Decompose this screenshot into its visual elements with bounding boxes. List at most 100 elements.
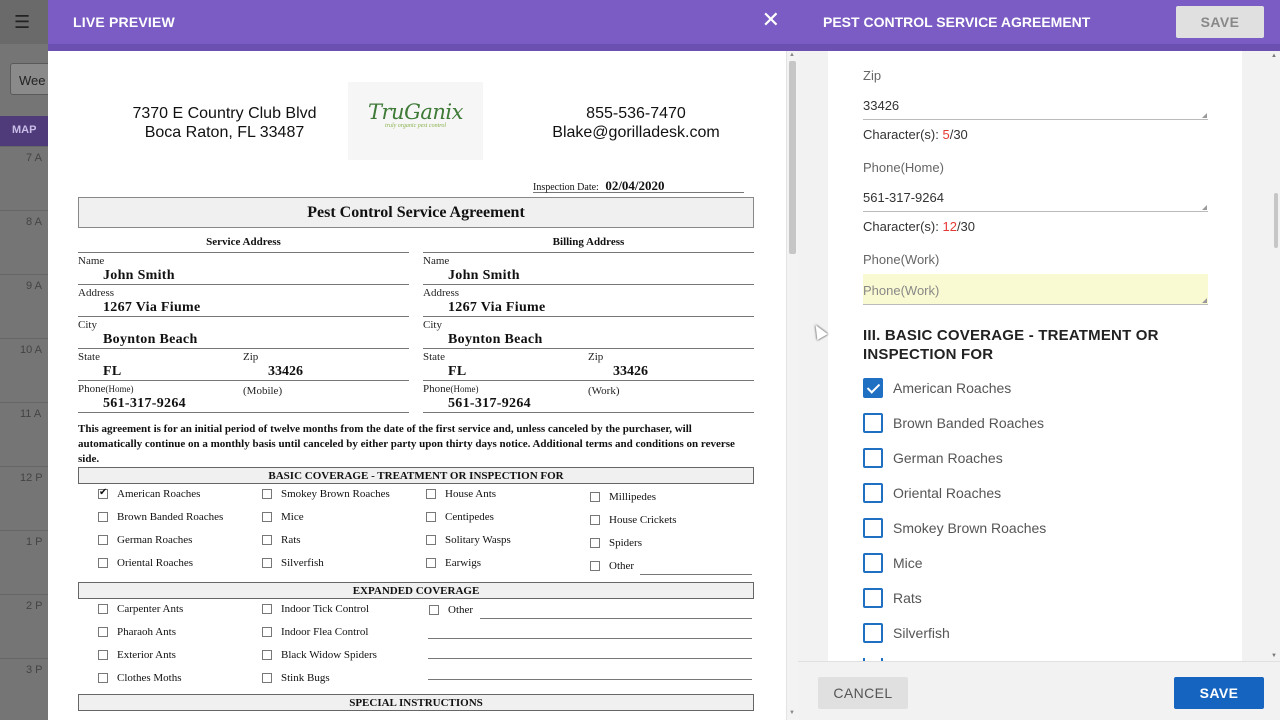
scroll-thumb[interactable] (1274, 193, 1278, 248)
checkbox-label: Brown Banded Roaches (117, 511, 224, 523)
zip-value: 33426 (863, 98, 900, 113)
live-preview-panel: LIVE PREVIEW ✕ 7370 E Country Club Blvd … (48, 0, 798, 720)
checkbox-german-roaches[interactable]: German Roaches (863, 448, 1003, 468)
checkbox-icon[interactable] (863, 588, 883, 608)
inspection-date-field: Inspection Date: 02/04/2020 (533, 178, 744, 193)
checkbox-icon (426, 558, 436, 568)
preview-checkbox-item: Rats (262, 534, 301, 546)
field-label: Zip (243, 351, 259, 363)
resize-handle-icon (1202, 113, 1207, 118)
save-button-top[interactable]: SAVE (1176, 6, 1264, 38)
checkbox-icon (98, 535, 108, 545)
checkbox-oriental-roaches[interactable]: Oriental Roaches (863, 483, 1001, 503)
scroll-down-icon[interactable]: ▼ (1271, 653, 1277, 659)
phone-home-char-count: Character(s): 12/30 (863, 219, 975, 234)
phone-home-label: Phone(Home) (863, 160, 944, 175)
char-count-max: /30 (949, 127, 968, 142)
background-time: 7 A (26, 152, 42, 164)
checkbox-checked-icon (98, 487, 108, 499)
field-label: City (78, 319, 97, 331)
phone-label: Phone (78, 383, 106, 395)
preview-checkbox-item: Oriental Roaches (98, 557, 193, 569)
billing-address-section: Billing Address Name John Smith Address … (423, 236, 754, 413)
background-time: 8 A (26, 216, 42, 228)
scroll-up-icon[interactable]: ▲ (789, 52, 795, 58)
basic-coverage-heading: BASIC COVERAGE - TREATMENT OR INSPECTION… (78, 467, 754, 484)
field-label: State (78, 351, 100, 363)
checkbox-icon (590, 515, 600, 525)
scroll-down-icon[interactable]: ▼ (789, 710, 795, 716)
billing-state-zip-field: State FL Zip 33426 (423, 349, 754, 381)
checkbox-smokey-brown-roaches[interactable]: Smokey Brown Roaches (863, 518, 1046, 538)
checkbox-icon[interactable] (863, 483, 883, 503)
checkbox-icon[interactable] (863, 553, 883, 573)
checkbox-icon[interactable] (863, 448, 883, 468)
preview-header: LIVE PREVIEW ✕ (48, 0, 798, 44)
close-icon[interactable]: ✕ (762, 8, 780, 33)
checkbox-icon (590, 492, 600, 502)
inspection-date-label: Inspection Date: (533, 182, 599, 193)
checkbox-label: Exterior Ants (117, 649, 176, 661)
phone-sublabel: (Home) (105, 384, 134, 394)
checkbox-brown-banded-roaches[interactable]: Brown Banded Roaches (863, 413, 1044, 433)
preview-checkbox-item: Mice (262, 511, 304, 523)
zip-input[interactable]: 33426 (863, 89, 1208, 120)
checkbox-icon[interactable] (863, 518, 883, 538)
checkbox-label: Carpenter Ants (117, 603, 184, 615)
preview-scrollbar[interactable]: ▲ ▼ (786, 51, 798, 720)
preview-checkbox-item: Black Widow Spiders (262, 649, 377, 661)
background-time: 3 P (26, 664, 43, 676)
checkbox-icon[interactable] (863, 623, 883, 643)
special-instructions-heading: SPECIAL INSTRUCTIONS (78, 694, 754, 711)
checkbox-checked-icon[interactable] (863, 378, 883, 398)
document-title: Pest Control Service Agreement (78, 197, 754, 228)
scroll-up-icon[interactable]: ▲ (1271, 53, 1277, 59)
checkbox-label: Indoor Flea Control (281, 626, 369, 638)
field-label: Address (423, 287, 460, 299)
billing-city-field: City Boynton Beach (423, 317, 754, 349)
checkbox-icon[interactable] (863, 413, 883, 433)
preview-checkbox-item: Smokey Brown Roaches (262, 488, 390, 500)
preview-checkbox-item: Indoor Tick Control (262, 603, 369, 615)
checkbox-mice[interactable]: Mice (863, 553, 923, 573)
company-phone: 855-536-7470 (586, 105, 686, 122)
phone-label: Phone (423, 383, 451, 395)
checkbox-icon (98, 650, 108, 660)
save-button[interactable]: SAVE (1174, 677, 1264, 709)
form-scrollbar[interactable]: ▲ ▼ (1270, 51, 1280, 661)
checkbox-icon (426, 535, 436, 545)
inspection-date-value: 02/04/2020 (605, 178, 665, 193)
field-value: Boynton Beach (103, 332, 198, 347)
phone-work-input[interactable]: Phone(Work) (863, 274, 1208, 305)
field-label: Address (78, 287, 115, 299)
other-line (480, 618, 752, 619)
checkbox-label: House Ants (445, 488, 497, 500)
blank-line (428, 658, 752, 659)
resize-handle-icon (1202, 205, 1207, 210)
checkbox-icon (429, 605, 439, 615)
checkbox-rats[interactable]: Rats (863, 588, 922, 608)
form-header: PEST CONTROL SERVICE AGREEMENT SAVE (798, 0, 1280, 44)
char-count-prefix: Character(s): (863, 127, 943, 142)
preview-checkbox-item: Exterior Ants (98, 649, 176, 661)
checkbox-label: Spiders (609, 537, 642, 549)
checkbox-label: Centipedes (445, 511, 494, 523)
checkbox-american-roaches[interactable]: American Roaches (863, 378, 1011, 398)
background-time: 11 A (20, 408, 42, 420)
cancel-button[interactable]: CANCEL (818, 677, 908, 709)
scroll-thumb[interactable] (789, 61, 796, 254)
background-time: 1 P (26, 536, 43, 548)
checkbox-label: Rats (893, 590, 922, 606)
checkbox-silverfish[interactable]: Silverfish (863, 623, 950, 643)
field-label: Name (78, 255, 105, 267)
preview-checkbox-item: Other (590, 560, 634, 572)
form-footer: CANCEL SAVE (798, 661, 1280, 720)
checkbox-icon (262, 489, 272, 499)
checkbox-icon (98, 558, 108, 568)
phone-home-input[interactable]: 561-317-9264 (863, 181, 1208, 212)
form-title: PEST CONTROL SERVICE AGREEMENT (823, 14, 1091, 30)
menu-icon: ☰ (14, 12, 31, 33)
service-phone-field: Phone(Home) 561-317-9264 (Mobile) (78, 381, 409, 413)
preview-checkbox-item: Silverfish (262, 557, 324, 569)
preview-checkbox-item: Solitary Wasps (426, 534, 511, 546)
